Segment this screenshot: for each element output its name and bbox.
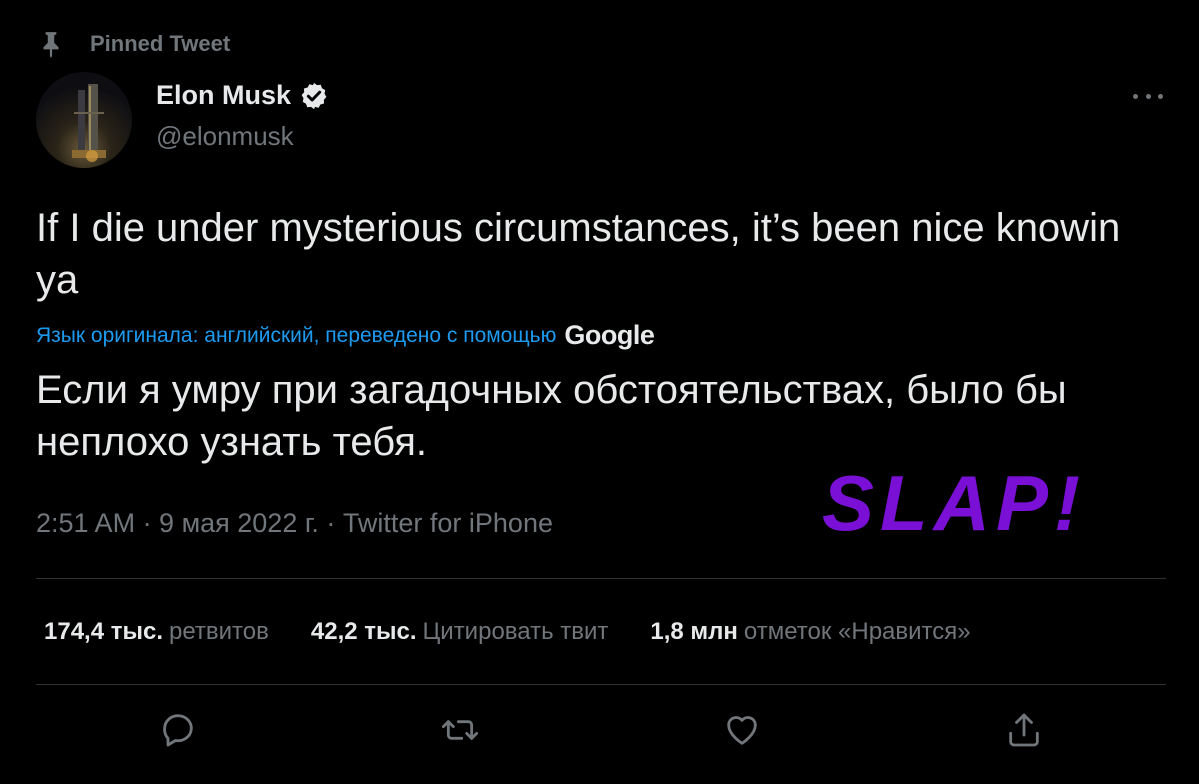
pinned-label: Pinned Tweet xyxy=(90,31,231,56)
stat-likes[interactable]: 1,8 млн отметок «Нравится» xyxy=(650,618,970,646)
tweet-meta[interactable]: 2:51 AM · 9 мая 2022 г. · Twitter for iP… xyxy=(36,508,553,539)
author-handle[interactable]: @elonmusk xyxy=(156,121,329,152)
display-name-text[interactable]: Elon Musk xyxy=(156,80,291,111)
reply-icon[interactable] xyxy=(156,708,200,752)
avatar[interactable] xyxy=(36,72,132,168)
stat-label: ретвитов xyxy=(169,618,269,645)
share-icon[interactable] xyxy=(1002,708,1046,752)
tweet-text: If I die under mysterious circumstances,… xyxy=(36,206,1121,302)
tweet-actions xyxy=(36,708,1166,758)
slap-overlay: SLAP! xyxy=(822,466,1086,544)
translation-note[interactable]: Язык оригинала: английский, переведено с… xyxy=(36,320,655,351)
google-logo: Google xyxy=(564,320,655,350)
translation-note-text[interactable]: Язык оригинала: английский, переведено с… xyxy=(36,324,556,348)
divider xyxy=(36,684,1166,685)
verified-badge-icon xyxy=(301,82,327,109)
translated-text: Если я умру при загадочных обстоятельств… xyxy=(36,368,1067,464)
pin-icon xyxy=(43,32,59,58)
stat-value: 1,8 млн xyxy=(650,618,738,645)
like-icon[interactable] xyxy=(720,708,764,752)
pinned-tweet-header: Pinned Tweet xyxy=(38,30,230,58)
stat-label: отметок «Нравится» xyxy=(743,618,971,645)
retweet-icon[interactable] xyxy=(438,708,482,752)
stat-value: 174,4 тыс. xyxy=(44,618,163,645)
more-options-icon[interactable] xyxy=(1133,86,1163,106)
divider xyxy=(36,578,1166,579)
stat-label: Цитировать твит xyxy=(422,618,609,645)
stat-retweets[interactable]: 174,4 тыс. ретвитов xyxy=(44,618,269,646)
stat-value: 42,2 тыс. xyxy=(310,618,417,645)
tweet-stats: 174,4 тыс. ретвитов 42,2 тыс. Цитировать т… xyxy=(44,618,1013,646)
tweet-author: Elon Musk @elonmusk xyxy=(36,72,329,168)
author-name[interactable]: Elon Musk xyxy=(156,80,329,111)
stat-quotes[interactable]: 42,2 тыс. Цитировать твит xyxy=(311,618,609,646)
slap-overlay-text: SLAP! xyxy=(822,466,1086,544)
